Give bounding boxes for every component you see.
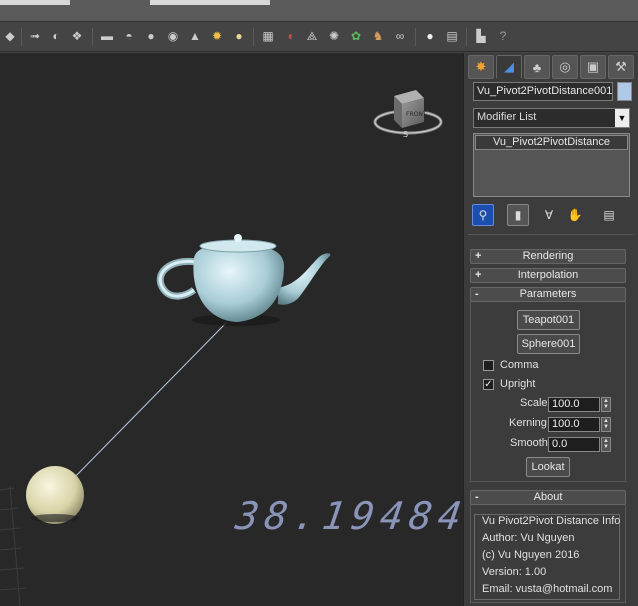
toolbar-separator bbox=[21, 28, 22, 46]
calculator-icon[interactable]: ▤ bbox=[442, 26, 462, 46]
rollout-title: Parameters bbox=[519, 288, 577, 300]
remove-modifier-icon[interactable]: ✋ bbox=[564, 204, 586, 226]
upright-checkbox[interactable]: ✓ bbox=[483, 379, 494, 390]
comma-checkbox[interactable] bbox=[483, 360, 494, 371]
rollout-interpolation[interactable]: + Interpolation bbox=[470, 268, 626, 283]
sphere-primitive-icon[interactable]: ● bbox=[141, 26, 161, 46]
pick-sphere-button[interactable]: Sphere001 bbox=[517, 334, 580, 354]
toolbar-separator bbox=[466, 28, 467, 46]
box-primitive-icon[interactable]: ▬ bbox=[97, 26, 117, 46]
about-email: Email: vusta@hotmail.com bbox=[482, 583, 613, 595]
kerning-label: Kerning bbox=[509, 417, 547, 429]
cone-primitive-icon[interactable]: ▲ bbox=[185, 26, 205, 46]
rollout-title: About bbox=[533, 491, 563, 503]
perspective-viewport[interactable]: FRONT S 38.19484 bbox=[0, 53, 463, 606]
glasses-icon[interactable]: ∞ bbox=[390, 26, 410, 46]
select-filter-icon[interactable]: ◆ bbox=[0, 26, 20, 46]
expand-icon: + bbox=[475, 269, 482, 281]
sphere-object[interactable] bbox=[26, 466, 84, 524]
collapse-icon: - bbox=[475, 288, 479, 300]
make-unique-icon[interactable]: ∀ bbox=[538, 204, 560, 226]
scale-label: Scale bbox=[520, 397, 548, 409]
comma-label: Comma bbox=[500, 359, 539, 371]
about-copyright: (c) Vu Nguyen 2016 bbox=[482, 549, 580, 561]
rollout-parameters[interactable]: - Parameters bbox=[470, 287, 626, 302]
hemisphere-primitive-icon[interactable]: ◓ bbox=[119, 26, 139, 46]
motion-tab-icon[interactable]: ◎ bbox=[552, 55, 578, 79]
modify-tab-icon[interactable]: ◢ bbox=[496, 55, 522, 79]
home-grid bbox=[0, 485, 27, 606]
utilities-tab-icon[interactable]: ⚒ bbox=[608, 55, 634, 79]
circle-shape-icon[interactable]: ● bbox=[229, 26, 249, 46]
object-name-field[interactable]: Vu_Pivot2PivotDistance001 bbox=[473, 82, 613, 101]
create-tab-icon[interactable]: ✸ bbox=[468, 55, 494, 79]
expand-icon: + bbox=[475, 250, 482, 262]
object-color-swatch[interactable] bbox=[617, 82, 632, 101]
modifier-list-dropdown[interactable]: Modifier List ▼ bbox=[473, 108, 630, 128]
smooth-spinner-field[interactable]: 0.0 bbox=[548, 437, 600, 452]
modifier-list-label: Modifier List bbox=[477, 111, 537, 123]
kerning-spinner-arrows[interactable]: ▲ ▼ bbox=[601, 417, 611, 432]
hierarchy-tab-icon[interactable]: ♣ bbox=[524, 55, 550, 79]
configure-sets-icon[interactable]: ▤ bbox=[598, 204, 620, 226]
pick-teapot-button[interactable]: Teapot001 bbox=[517, 310, 580, 330]
help-icon[interactable]: ? bbox=[493, 26, 513, 46]
pivot-link-line bbox=[67, 322, 227, 485]
about-author: Author: Vu Nguyen bbox=[482, 532, 575, 544]
display-tab-icon[interactable]: ▣ bbox=[580, 55, 606, 79]
scale-spinner-field[interactable]: 100.0 bbox=[548, 397, 600, 412]
rollout-about[interactable]: - About bbox=[470, 490, 626, 505]
render-frame-icon[interactable]: ⟁ bbox=[302, 26, 322, 46]
smooth-spinner-arrows[interactable]: ▲ ▼ bbox=[601, 437, 611, 452]
toolbar-separator bbox=[92, 28, 93, 46]
collapse-icon: - bbox=[475, 491, 479, 503]
named-selection-icon[interactable]: ➟ bbox=[25, 26, 45, 46]
pin-stack-icon[interactable]: ⚲ bbox=[472, 204, 494, 226]
distance-readout: 38.19484 bbox=[232, 494, 463, 538]
menu-field[interactable] bbox=[0, 0, 70, 5]
upright-label: Upright bbox=[500, 378, 536, 390]
title-strip bbox=[0, 0, 638, 22]
walkthrough-icon[interactable]: ♞ bbox=[368, 26, 388, 46]
viewcube-face-label: FRONT bbox=[406, 111, 427, 118]
layer-manager-icon[interactable]: ▙ bbox=[471, 26, 491, 46]
kerning-spinner-field[interactable]: 100.0 bbox=[548, 417, 600, 432]
checker-material-icon[interactable]: ▦ bbox=[258, 26, 278, 46]
panel-divider bbox=[468, 234, 634, 235]
rollout-title: Rendering bbox=[522, 250, 574, 262]
about-version: Version: 1.00 bbox=[482, 566, 547, 578]
viewcube[interactable]: FRONT S bbox=[373, 90, 443, 139]
teapot-object[interactable] bbox=[156, 234, 331, 326]
show-end-result-icon[interactable]: ▮ bbox=[507, 204, 529, 226]
chevron-down-icon[interactable]: ▼ bbox=[615, 109, 629, 127]
sun-light-icon[interactable]: ✹ bbox=[207, 26, 227, 46]
scale-spinner-arrows[interactable]: ▲ ▼ bbox=[601, 397, 611, 412]
toolbar-separator bbox=[415, 28, 416, 46]
about-info-title: Vu Pivot2Pivot Distance Info bbox=[482, 515, 621, 527]
toolbar-separator bbox=[253, 28, 254, 46]
command-panel-tabs: ✸ ◢ ♣ ◎ ▣ ⚒ bbox=[468, 55, 636, 79]
teapot-render-icon[interactable]: ● bbox=[420, 26, 440, 46]
modifier-stack[interactable]: Vu_Pivot2PivotDistance bbox=[473, 133, 630, 197]
svg-text:S: S bbox=[403, 130, 408, 139]
main-toolbar: ◆ ➟ ◐ ❖ ▬ ◓ ● ◉ ▲ ✹ ● ▦ ◖ ⟁ ✺ ✿ ♞ ∞ ● ▤ … bbox=[0, 22, 638, 52]
smooth-label: Smooth bbox=[510, 437, 548, 449]
render-setup-icon[interactable]: ◖ bbox=[280, 26, 300, 46]
torus-primitive-icon[interactable]: ◉ bbox=[163, 26, 183, 46]
lookat-button[interactable]: Lookat bbox=[526, 457, 570, 477]
modifier-stack-item[interactable]: Vu_Pivot2PivotDistance bbox=[475, 135, 628, 150]
stack-toolbar: ⚲ ▮ ∀ ✋ ▤ bbox=[472, 204, 632, 226]
schematic-view-icon[interactable]: ❖ bbox=[67, 26, 87, 46]
scatter-plant-icon[interactable]: ✿ bbox=[346, 26, 366, 46]
render-production-icon[interactable]: ✺ bbox=[324, 26, 344, 46]
rollout-title: Interpolation bbox=[517, 269, 579, 281]
command-field[interactable] bbox=[150, 0, 270, 5]
rollout-rendering[interactable]: + Rendering bbox=[470, 249, 626, 264]
curve-editor-icon[interactable]: ◐ bbox=[46, 26, 66, 46]
